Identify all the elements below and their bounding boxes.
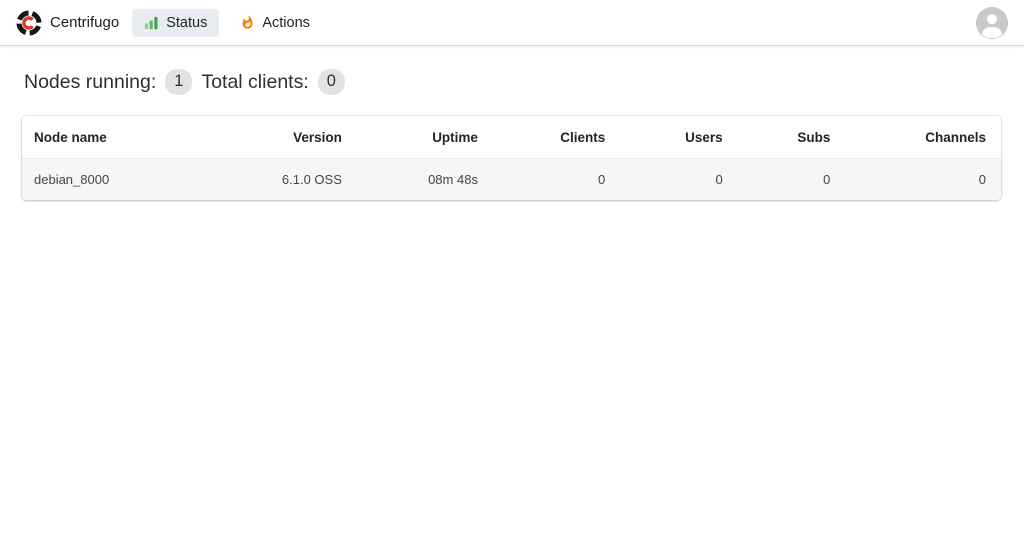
user-avatar[interactable] xyxy=(976,6,1008,39)
total-clients-label: Total clients: xyxy=(201,70,309,93)
cell-clients: 0 xyxy=(597,172,606,187)
top-navbar: Centrifugo Status Actions xyxy=(0,0,1024,46)
cell-subs: 0 xyxy=(823,172,831,187)
col-header-channels: Channels xyxy=(925,130,986,145)
col-header-users: Users xyxy=(685,130,723,145)
total-clients-badge: 0 xyxy=(317,69,345,95)
tab-actions[interactable]: Actions xyxy=(228,9,322,37)
col-header-subs: Subs xyxy=(797,130,831,145)
tab-status-label: Status xyxy=(166,14,208,31)
col-header-node-name: Node name xyxy=(34,130,107,145)
nodes-running-badge: 1 xyxy=(165,69,193,95)
person-avatar-icon xyxy=(976,6,1008,39)
nodes-table: Node name Version Uptime Clients Users S… xyxy=(22,116,1001,200)
centrifugo-logo-icon xyxy=(16,10,42,35)
cell-users: 0 xyxy=(715,172,723,187)
nodes-table-card: Node name Version Uptime Clients Users S… xyxy=(22,116,1001,200)
nodes-running-label: Nodes running: xyxy=(24,70,157,93)
tab-status[interactable]: Status xyxy=(132,8,220,37)
tab-actions-label: Actions xyxy=(262,14,310,31)
fire-icon xyxy=(242,15,253,29)
cell-uptime: 08m 48s xyxy=(428,172,478,187)
col-header-version: Version xyxy=(293,130,342,145)
cell-version: 6.1.0 OSS xyxy=(281,172,342,187)
table-row: debian_8000 6.1.0 OSS 08m 48s 0 0 0 0 xyxy=(22,158,1001,200)
summary-bar: Nodes running: 1 Total clients: 0 xyxy=(24,69,1000,95)
brand-label: Centrifugo xyxy=(50,14,120,31)
cell-channels: 0 xyxy=(978,172,986,187)
cell-node-name: debian_8000 xyxy=(34,172,110,187)
col-header-clients: Clients xyxy=(560,130,606,145)
bar-chart-icon xyxy=(145,16,158,30)
brand[interactable]: Centrifugo xyxy=(16,10,119,36)
col-header-uptime: Uptime xyxy=(432,130,478,145)
table-header-row: Node name Version Uptime Clients Users S… xyxy=(22,116,1001,159)
